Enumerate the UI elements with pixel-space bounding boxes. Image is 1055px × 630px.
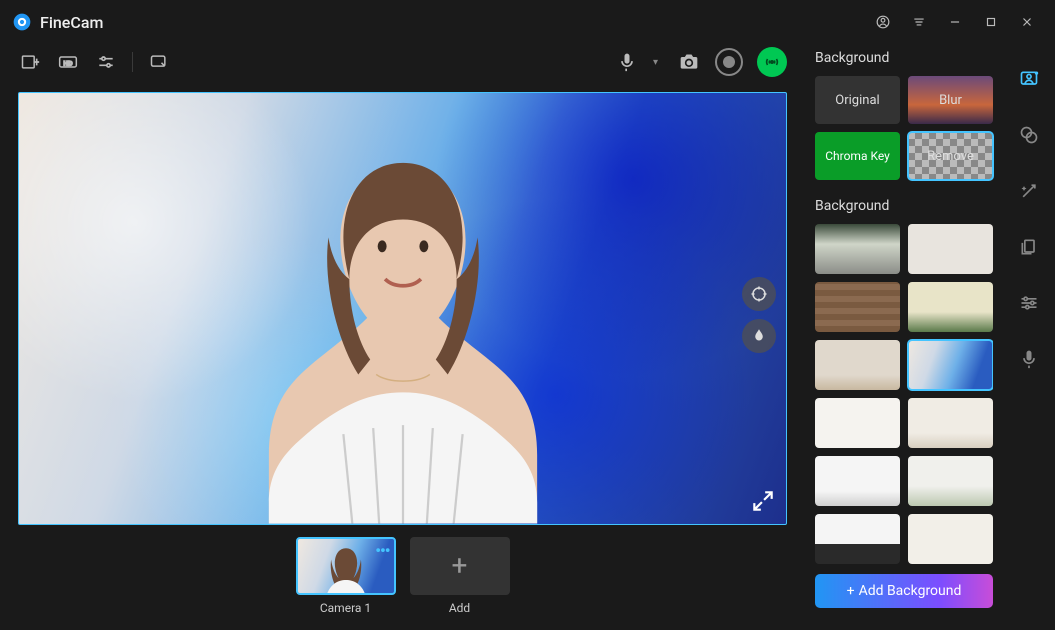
background-thumb[interactable]	[815, 514, 900, 564]
scene-label: Camera 1	[320, 601, 371, 615]
background-thumb[interactable]	[908, 224, 993, 274]
background-thumb[interactable]	[815, 456, 900, 506]
add-background-button[interactable]: + Add Background	[815, 574, 993, 608]
mode-original[interactable]: Original	[815, 76, 900, 124]
record-button[interactable]	[715, 48, 743, 76]
hd-icon[interactable]: HD	[56, 50, 80, 74]
stream-button[interactable]	[757, 47, 787, 77]
plus-icon: +	[847, 583, 855, 599]
watermark-icon[interactable]	[742, 319, 776, 353]
close-icon[interactable]	[1011, 6, 1043, 38]
background-thumb-selected[interactable]	[908, 340, 993, 390]
plus-icon: +	[452, 549, 468, 582]
background-panel: Background Original Blur Chroma Key Remo…	[805, 44, 1003, 630]
background-modes-title: Background	[815, 50, 993, 66]
sliders-icon[interactable]	[94, 50, 118, 74]
person-subject	[165, 136, 641, 524]
rail-portrait-icon[interactable]	[1018, 68, 1040, 90]
account-icon[interactable]	[867, 6, 899, 38]
app-logo	[12, 12, 32, 32]
rail-magic-icon[interactable]	[1018, 180, 1040, 202]
add-source-icon[interactable]	[18, 50, 42, 74]
svg-text:HD: HD	[63, 59, 73, 67]
background-thumb[interactable]	[908, 398, 993, 448]
minimize-icon[interactable]	[939, 6, 971, 38]
rail-overlay-icon[interactable]	[1018, 124, 1040, 146]
background-thumb[interactable]	[815, 340, 900, 390]
rail-layers-icon[interactable]	[1018, 236, 1040, 258]
mode-chroma-key[interactable]: Chroma Key	[815, 132, 900, 180]
rail-audio-icon[interactable]	[1018, 348, 1040, 370]
add-scene-label: Add	[449, 601, 470, 615]
scene-thumbnail-camera1[interactable]: •••	[296, 537, 396, 595]
background-list-title: Background	[815, 198, 993, 214]
rail-settings-icon[interactable]	[1018, 292, 1040, 314]
scene-strip: ••• Camera 1 + Add	[18, 537, 787, 615]
background-thumb[interactable]	[908, 456, 993, 506]
maximize-icon[interactable]	[975, 6, 1007, 38]
background-thumb[interactable]	[815, 282, 900, 332]
preview-toolbar: HD ▾	[18, 44, 787, 80]
mode-remove[interactable]: Remove	[908, 132, 993, 180]
background-thumb[interactable]	[908, 282, 993, 332]
menu-icon[interactable]	[903, 6, 935, 38]
mode-blur[interactable]: Blur	[908, 76, 993, 124]
background-grid	[815, 224, 993, 564]
annotate-icon[interactable]	[147, 50, 171, 74]
expand-icon[interactable]	[750, 488, 776, 514]
video-preview[interactable]	[18, 92, 787, 525]
background-thumb[interactable]	[815, 398, 900, 448]
scene-menu-icon[interactable]: •••	[375, 541, 389, 560]
mic-icon[interactable]	[615, 50, 639, 74]
background-thumb[interactable]	[908, 514, 993, 564]
background-thumb[interactable]	[815, 224, 900, 274]
right-rail	[1003, 44, 1055, 630]
snapshot-icon[interactable]	[677, 50, 701, 74]
mic-dropdown-icon[interactable]: ▾	[653, 57, 663, 68]
add-scene-button[interactable]: +	[410, 537, 510, 595]
app-title: FineCam	[40, 13, 103, 32]
titlebar: FineCam	[0, 0, 1055, 44]
target-icon[interactable]	[742, 277, 776, 311]
